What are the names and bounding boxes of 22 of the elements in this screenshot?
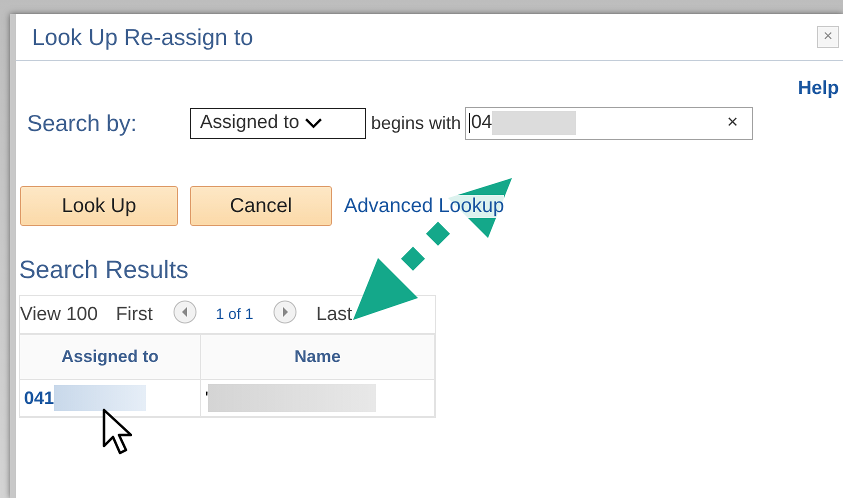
section-title: Search Results [19, 256, 190, 285]
column-header[interactable]: Assigned to [20, 334, 200, 380]
help-link[interactable]: Help [798, 78, 839, 98]
advanced-lookup-link[interactable]: Advanced Lookup [344, 194, 504, 218]
next-icon[interactable] [273, 300, 298, 324]
table-cell: ' [205, 388, 208, 408]
window-title: Look Up Re-assign to [32, 24, 254, 50]
chevron-icon [305, 118, 322, 128]
last-label: Last [316, 304, 352, 326]
view-all-link[interactable]: View 100 [20, 304, 98, 326]
previous-icon[interactable] [172, 300, 197, 324]
cell-link[interactable]: 041 [24, 388, 54, 408]
action-button[interactable]: Look Up [20, 186, 178, 226]
page-count: 1 of 1 [216, 306, 254, 323]
search-field[interactable]: 04 × [465, 106, 754, 140]
clear-icon[interactable]: × [726, 112, 738, 134]
first-label: First [116, 304, 153, 326]
field-dropdown[interactable]: Assigned to [190, 108, 366, 138]
column-header[interactable]: Name [200, 334, 434, 380]
operator-label: begins with [371, 112, 462, 134]
action-button[interactable]: Cancel [190, 186, 332, 226]
search-by-label: Search by: [27, 110, 138, 136]
